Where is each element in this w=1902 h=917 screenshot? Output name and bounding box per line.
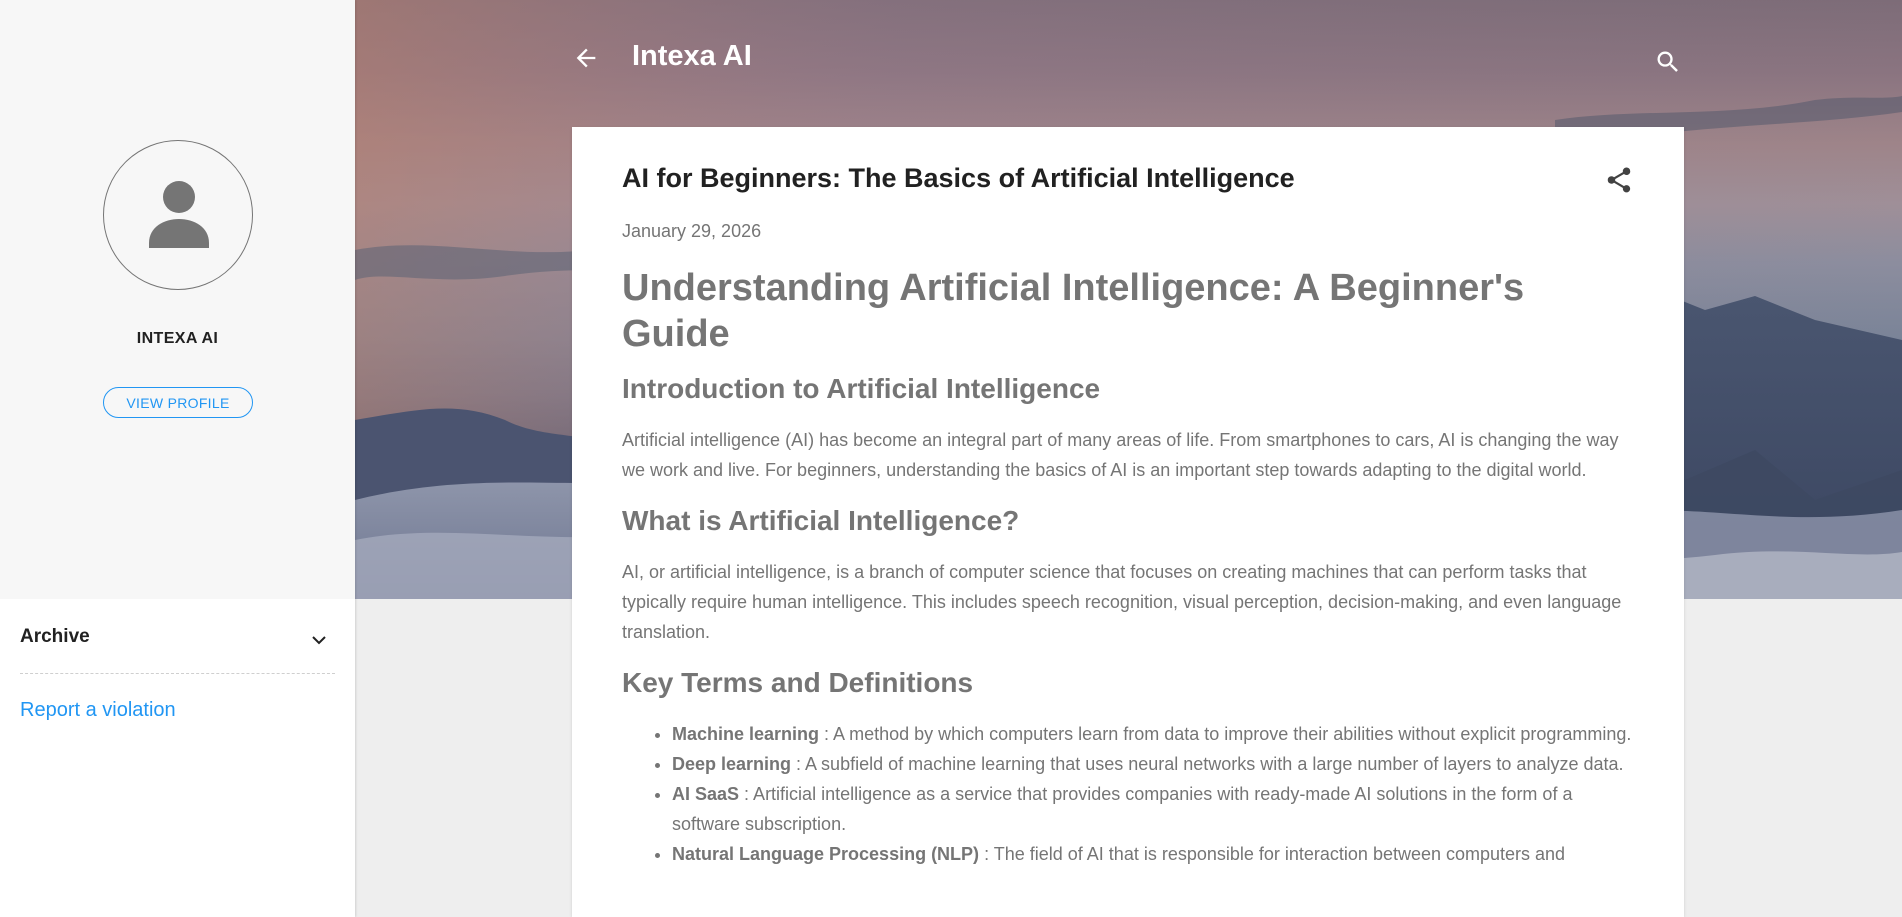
archive-toggle[interactable]: Archive: [20, 616, 335, 674]
definition: : Artificial intelligence as a service t…: [672, 784, 1573, 834]
definition: : A method by which computers learn from…: [819, 724, 1632, 744]
avatar[interactable]: [103, 140, 253, 290]
post-title[interactable]: AI for Beginners: The Basics of Artifici…: [622, 163, 1295, 194]
chevron-down-icon: [312, 636, 326, 645]
profile-panel: INTEXA AI VIEW PROFILE: [0, 0, 355, 599]
term: Machine learning: [672, 724, 820, 744]
term: Natural Language Processing (NLP): [672, 844, 980, 864]
list-item: Deep learning : A subfield of machine le…: [672, 749, 1634, 779]
term: Deep learning: [672, 754, 792, 774]
blog-title[interactable]: Intexa AI: [632, 40, 752, 73]
paragraph: AI, or artificial intelligence, is a bra…: [622, 562, 1622, 642]
post-card: AI for Beginners: The Basics of Artifici…: [572, 127, 1684, 917]
view-profile-button[interactable]: VIEW PROFILE: [103, 387, 253, 418]
post-date: January 29, 2026: [622, 221, 762, 241]
section-heading: What is Artificial Intelligence?: [622, 505, 1020, 536]
report-violation-link[interactable]: Report a violation: [20, 699, 176, 722]
article-heading: Understanding Artificial Intelligence: A…: [622, 267, 1525, 355]
list-item: AI SaaS : Artificial intelligence as a s…: [672, 779, 1634, 839]
definition: : A subfield of machine learning that us…: [791, 754, 1624, 774]
share-icon[interactable]: [1604, 165, 1634, 195]
section-heading: Introduction to Artificial Intelligence: [622, 373, 1101, 404]
definition: : The field of AI that is responsible fo…: [979, 844, 1566, 864]
section-heading: Key Terms and Definitions: [622, 667, 974, 698]
back-arrow-icon[interactable]: [572, 44, 600, 72]
list-item: Machine learning : A method by which com…: [672, 719, 1634, 749]
paragraph: Artificial intelligence (AI) has become …: [622, 430, 1619, 480]
person-icon: [149, 181, 209, 248]
archive-label: Archive: [20, 626, 90, 647]
sidebar: INTEXA AI VIEW PROFILE Archive Report a …: [0, 0, 355, 917]
search-icon[interactable]: [1654, 48, 1682, 76]
term: AI SaaS: [672, 784, 740, 804]
terms-list: Machine learning : A method by which com…: [622, 719, 1634, 869]
list-item: Natural Language Processing (NLP) : The …: [672, 839, 1634, 869]
profile-name: INTEXA AI: [136, 330, 219, 347]
post-body: Understanding Artificial Intelligence: A…: [622, 265, 1634, 869]
